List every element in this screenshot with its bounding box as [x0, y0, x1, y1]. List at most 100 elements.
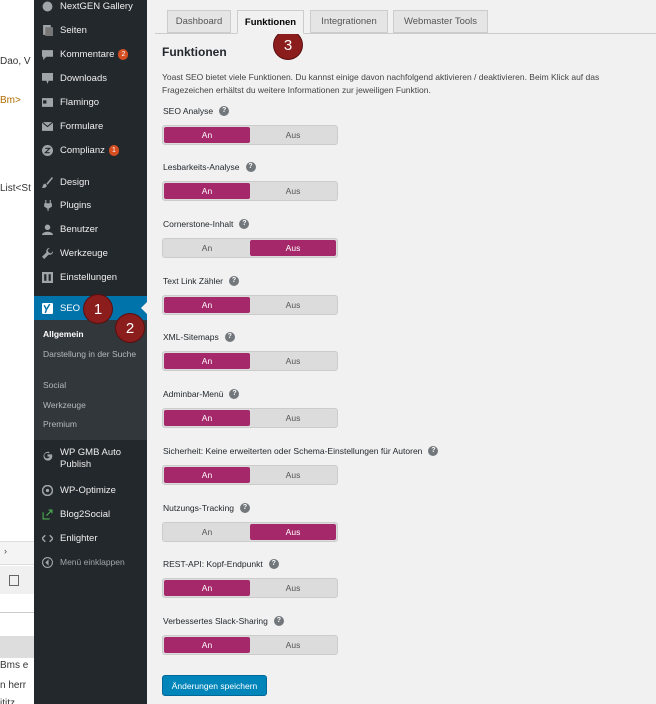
feature-toggle[interactable]: An Aus: [162, 578, 338, 598]
tab-dashboard[interactable]: Dashboard: [167, 10, 231, 33]
feature-toggle[interactable]: An Aus: [162, 295, 338, 315]
submenu-werkzeuge[interactable]: Werkzeuge: [43, 400, 138, 411]
feature-toggle[interactable]: An Aus: [162, 238, 338, 258]
toggle-on-option[interactable]: An: [164, 637, 250, 653]
menu-item-plugins[interactable]: Plugins: [34, 193, 147, 217]
save-changes-button[interactable]: Änderungen speichern: [162, 675, 267, 696]
tab-integrationen[interactable]: Integrationen: [310, 10, 388, 33]
toggle-on-option[interactable]: An: [164, 580, 250, 596]
toggle-off-option[interactable]: Aus: [250, 467, 336, 483]
toggle-off-option[interactable]: Aus: [250, 297, 336, 313]
collapse-menu-button[interactable]: Menü einklappen: [34, 550, 147, 574]
strip-text: List<St: [0, 183, 31, 194]
complianz-count-badge: 1: [108, 144, 119, 156]
toggle-off-option[interactable]: Aus: [250, 127, 336, 143]
menu-item-wp-gmb-auto-publish[interactable]: WP GMB Auto Publish: [34, 447, 147, 475]
menu-item-einstellungen[interactable]: Einstellungen: [34, 265, 147, 289]
menu-item-enlighter[interactable]: Enlighter: [34, 526, 147, 550]
help-icon[interactable]: ?: [245, 162, 256, 172]
feature-label-text: SEO Analyse: [163, 106, 214, 116]
toggle-on-option[interactable]: An: [164, 183, 250, 199]
annotation-marker-1: 1: [84, 295, 112, 323]
feature-label: XML-Sitemaps?: [163, 332, 235, 342]
menu-item-downloads[interactable]: Downloads: [34, 66, 147, 90]
toggle-off-option[interactable]: Aus: [250, 183, 336, 199]
submenu-social[interactable]: Social: [43, 380, 138, 391]
code-icon: [41, 532, 53, 544]
toggle-off-option[interactable]: Aus: [250, 410, 336, 426]
menu-item-complianz[interactable]: Complianz 1: [34, 138, 147, 162]
tab-divider: [155, 33, 656, 34]
menu-item-wp-optimize[interactable]: WP-Optimize: [34, 478, 147, 502]
menu-item-werkzeuge[interactable]: Werkzeuge: [34, 241, 147, 265]
toggle-off-option[interactable]: Aus: [250, 353, 336, 369]
feature-toggle[interactable]: An Aus: [162, 522, 338, 542]
help-icon[interactable]: ?: [229, 389, 240, 399]
feature-label: Verbessertes Slack-Sharing?: [163, 616, 284, 626]
menu-item-flamingo[interactable]: Flamingo: [34, 90, 147, 114]
feature-toggle[interactable]: An Aus: [162, 465, 338, 485]
submenu-premium[interactable]: Premium: [43, 419, 138, 430]
complianz-icon: [41, 144, 53, 156]
tab-webmaster-tools[interactable]: Webmaster Tools: [393, 10, 488, 33]
comment-count-badge: 2: [118, 48, 129, 60]
plugins-icon: [41, 199, 53, 211]
admin-sidebar: NextGEN Gallery Seiten Kommentare 2 Down…: [34, 0, 147, 704]
feature-label: SEO Analyse?: [163, 106, 230, 116]
help-icon[interactable]: ?: [428, 446, 439, 456]
toggle-on-option[interactable]: An: [164, 297, 250, 313]
help-icon[interactable]: ?: [273, 616, 284, 626]
feature-toggle[interactable]: An Aus: [162, 408, 338, 428]
feature-label: Text Link Zähler?: [163, 276, 239, 286]
feature-toggle[interactable]: An Aus: [162, 351, 338, 371]
feature-label: Lesbarkeits-Analyse?: [163, 162, 256, 172]
help-icon[interactable]: ?: [240, 503, 251, 513]
settings-icon: [41, 271, 53, 283]
tab-funktionen[interactable]: Funktionen: [237, 10, 304, 34]
mail-icon: [41, 120, 53, 132]
toggle-off-option[interactable]: Aus: [250, 637, 336, 653]
strip-text: n herr: [0, 680, 27, 691]
feature-toggle[interactable]: An Aus: [162, 125, 338, 145]
submenu-darstellung[interactable]: Darstellung in der Suche: [43, 349, 138, 360]
toggle-on-option[interactable]: An: [164, 410, 250, 426]
feature-label: REST-API: Kopf-Endpunkt?: [163, 559, 279, 569]
toggle-off-option[interactable]: Aus: [250, 524, 336, 540]
optimize-icon: [41, 484, 53, 496]
feature-label-text: Sicherheit: Keine erweiterten oder Schem…: [163, 446, 423, 456]
help-icon[interactable]: ?: [219, 106, 230, 116]
toggle-on-option[interactable]: An: [164, 240, 250, 256]
window-square-icon[interactable]: [9, 575, 19, 586]
feature-toggle[interactable]: An Aus: [162, 181, 338, 201]
strip-text: ititz: [0, 698, 15, 704]
users-icon: [41, 223, 53, 235]
toggle-off-option[interactable]: Aus: [250, 580, 336, 596]
strip-text: Bms e: [0, 660, 29, 671]
strip-text: Bm>: [0, 95, 21, 106]
toggle-on-option[interactable]: An: [164, 524, 250, 540]
help-icon[interactable]: ?: [239, 219, 250, 229]
menu-item-seiten[interactable]: Seiten: [34, 18, 147, 42]
feature-label: Cornerstone-Inhalt?: [163, 219, 250, 229]
toggle-on-option[interactable]: An: [164, 467, 250, 483]
menu-item-kommentare[interactable]: Kommentare 2: [34, 42, 147, 66]
toggle-on-option[interactable]: An: [164, 353, 250, 369]
menu-item-nextgen-gallery[interactable]: NextGEN Gallery: [34, 0, 147, 18]
share-icon: [41, 508, 53, 520]
help-icon[interactable]: ?: [224, 332, 235, 342]
menu-item-benutzer[interactable]: Benutzer: [34, 217, 147, 241]
help-icon[interactable]: ?: [268, 559, 279, 569]
toggle-off-option[interactable]: Aus: [250, 240, 336, 256]
feature-label: Nutzungs-Tracking?: [163, 503, 251, 513]
help-icon[interactable]: ?: [229, 276, 239, 286]
menu-item-design[interactable]: Design: [34, 170, 147, 194]
toggle-on-option[interactable]: An: [164, 127, 250, 143]
menu-item-formulare[interactable]: Formulare: [34, 114, 147, 138]
flamingo-icon: [41, 96, 53, 108]
feature-label-text: Text Link Zähler: [163, 276, 223, 286]
menu-item-blog2social[interactable]: Blog2Social: [34, 502, 147, 526]
feature-toggle[interactable]: An Aus: [162, 635, 338, 655]
feature-label-text: XML-Sitemaps: [163, 332, 219, 342]
chevron-right-icon[interactable]: ›: [4, 546, 7, 556]
brush-icon: [41, 176, 53, 188]
